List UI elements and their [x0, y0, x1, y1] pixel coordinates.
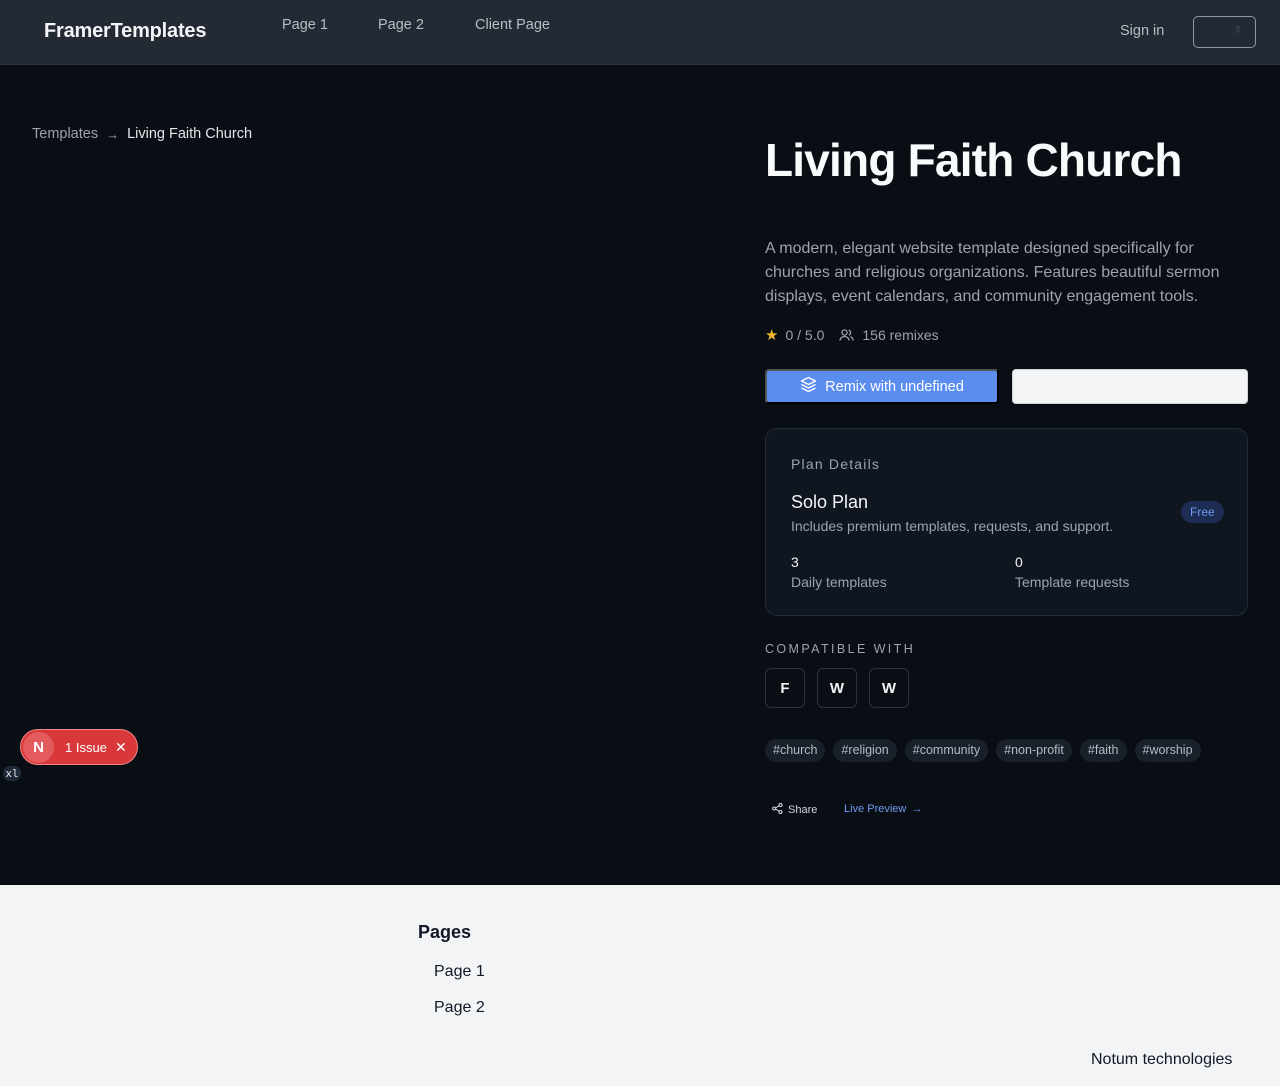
compatible-heading: COMPATIBLE WITH	[765, 642, 916, 656]
template-description: A modern, elegant website template desig…	[765, 240, 1220, 305]
breadcrumb-current: Living Faith Church	[127, 126, 253, 142]
breadcrumb: Templates → Living Faith Church	[32, 126, 252, 142]
arrow-right-icon: →	[911, 803, 923, 815]
remix-count: 156 remixes	[862, 327, 939, 343]
share-label: Share	[788, 804, 818, 816]
dev-issues-badge[interactable]: N 1 Issue ✕	[20, 729, 138, 765]
plan-badge: Free	[1181, 501, 1224, 523]
stat-template-requests-value: 0	[1015, 554, 1023, 570]
nav-link-client-page[interactable]: Client Page	[475, 17, 550, 33]
rating-value: 0 / 5.0	[785, 327, 825, 343]
nextjs-logo-icon: N	[23, 732, 54, 763]
footer-link-page-1[interactable]: Page 1	[434, 963, 485, 981]
plan-details-card: Plan Details Solo Plan Includes premium …	[765, 428, 1248, 616]
footer-pages-heading: Pages	[418, 922, 472, 942]
stat-daily-templates-value: 3	[791, 554, 799, 570]
template-meta: ★ 0 / 5.0 156 remixes	[765, 326, 939, 344]
footer: Pages Page 1 Page 2 Notum technologies	[0, 885, 1280, 1086]
plan-name: Solo Plan	[791, 492, 869, 512]
arrow-right-icon: →	[106, 126, 120, 142]
layers-icon	[800, 376, 817, 397]
tag-list: #church #religion #community #non-profit…	[765, 739, 1201, 762]
tag[interactable]: #worship	[1134, 739, 1201, 762]
plan-description: Includes premium templates, requests, an…	[791, 518, 1114, 534]
chevron-updown-icon: ⇕	[1233, 25, 1242, 36]
sign-in-link[interactable]: Sign in	[1120, 23, 1164, 39]
tag[interactable]: #church	[765, 739, 826, 762]
tag[interactable]: #community	[904, 739, 989, 762]
share-icon	[772, 802, 783, 817]
breakpoint-indicator: xl	[3, 766, 21, 781]
plan-heading: Plan Details	[791, 456, 881, 472]
remix-button-label: Remix with undefined	[825, 378, 964, 395]
remix-button[interactable]: Remix with undefined	[765, 369, 999, 404]
compatible-item[interactable]: W	[817, 668, 857, 708]
top-navbar: FramerTemplates Page 1 Page 2 Client Pag…	[0, 0, 1280, 65]
template-detail-section: Templates → Living Faith Church Living F…	[0, 65, 1280, 885]
share-button[interactable]: Share	[772, 802, 818, 817]
live-preview-label: Live Preview	[844, 803, 907, 815]
nav-link-page-1[interactable]: Page 1	[282, 17, 328, 33]
nav-link-page-2[interactable]: Page 2	[378, 17, 424, 33]
company-name: Notum technologies	[1091, 1051, 1233, 1068]
tag[interactable]: #non-profit	[996, 739, 1072, 762]
brand-logo[interactable]: FramerTemplates	[44, 20, 206, 43]
language-select[interactable]: EN ⇕	[1193, 16, 1256, 48]
tag[interactable]: #religion	[833, 739, 897, 762]
stat-template-requests-label: Template requests	[1015, 574, 1130, 590]
page-title: Living Faith Church	[765, 134, 1182, 186]
language-value: EN	[1205, 25, 1224, 40]
compatible-item[interactable]: W	[869, 668, 909, 708]
star-icon: ★	[765, 327, 779, 344]
live-preview-link[interactable]: Live Preview →	[844, 803, 922, 815]
users-icon	[839, 328, 855, 342]
breadcrumb-templates-link[interactable]: Templates	[32, 126, 98, 142]
stat-daily-templates-label: Daily templates	[791, 574, 887, 590]
footer-link-page-2[interactable]: Page 2	[434, 999, 485, 1017]
issue-count: 1 Issue	[65, 740, 107, 755]
close-icon[interactable]: ✕	[115, 739, 127, 756]
compatible-item[interactable]: F	[765, 668, 805, 708]
secondary-button[interactable]	[1012, 369, 1248, 404]
tag[interactable]: #faith	[1079, 739, 1127, 762]
